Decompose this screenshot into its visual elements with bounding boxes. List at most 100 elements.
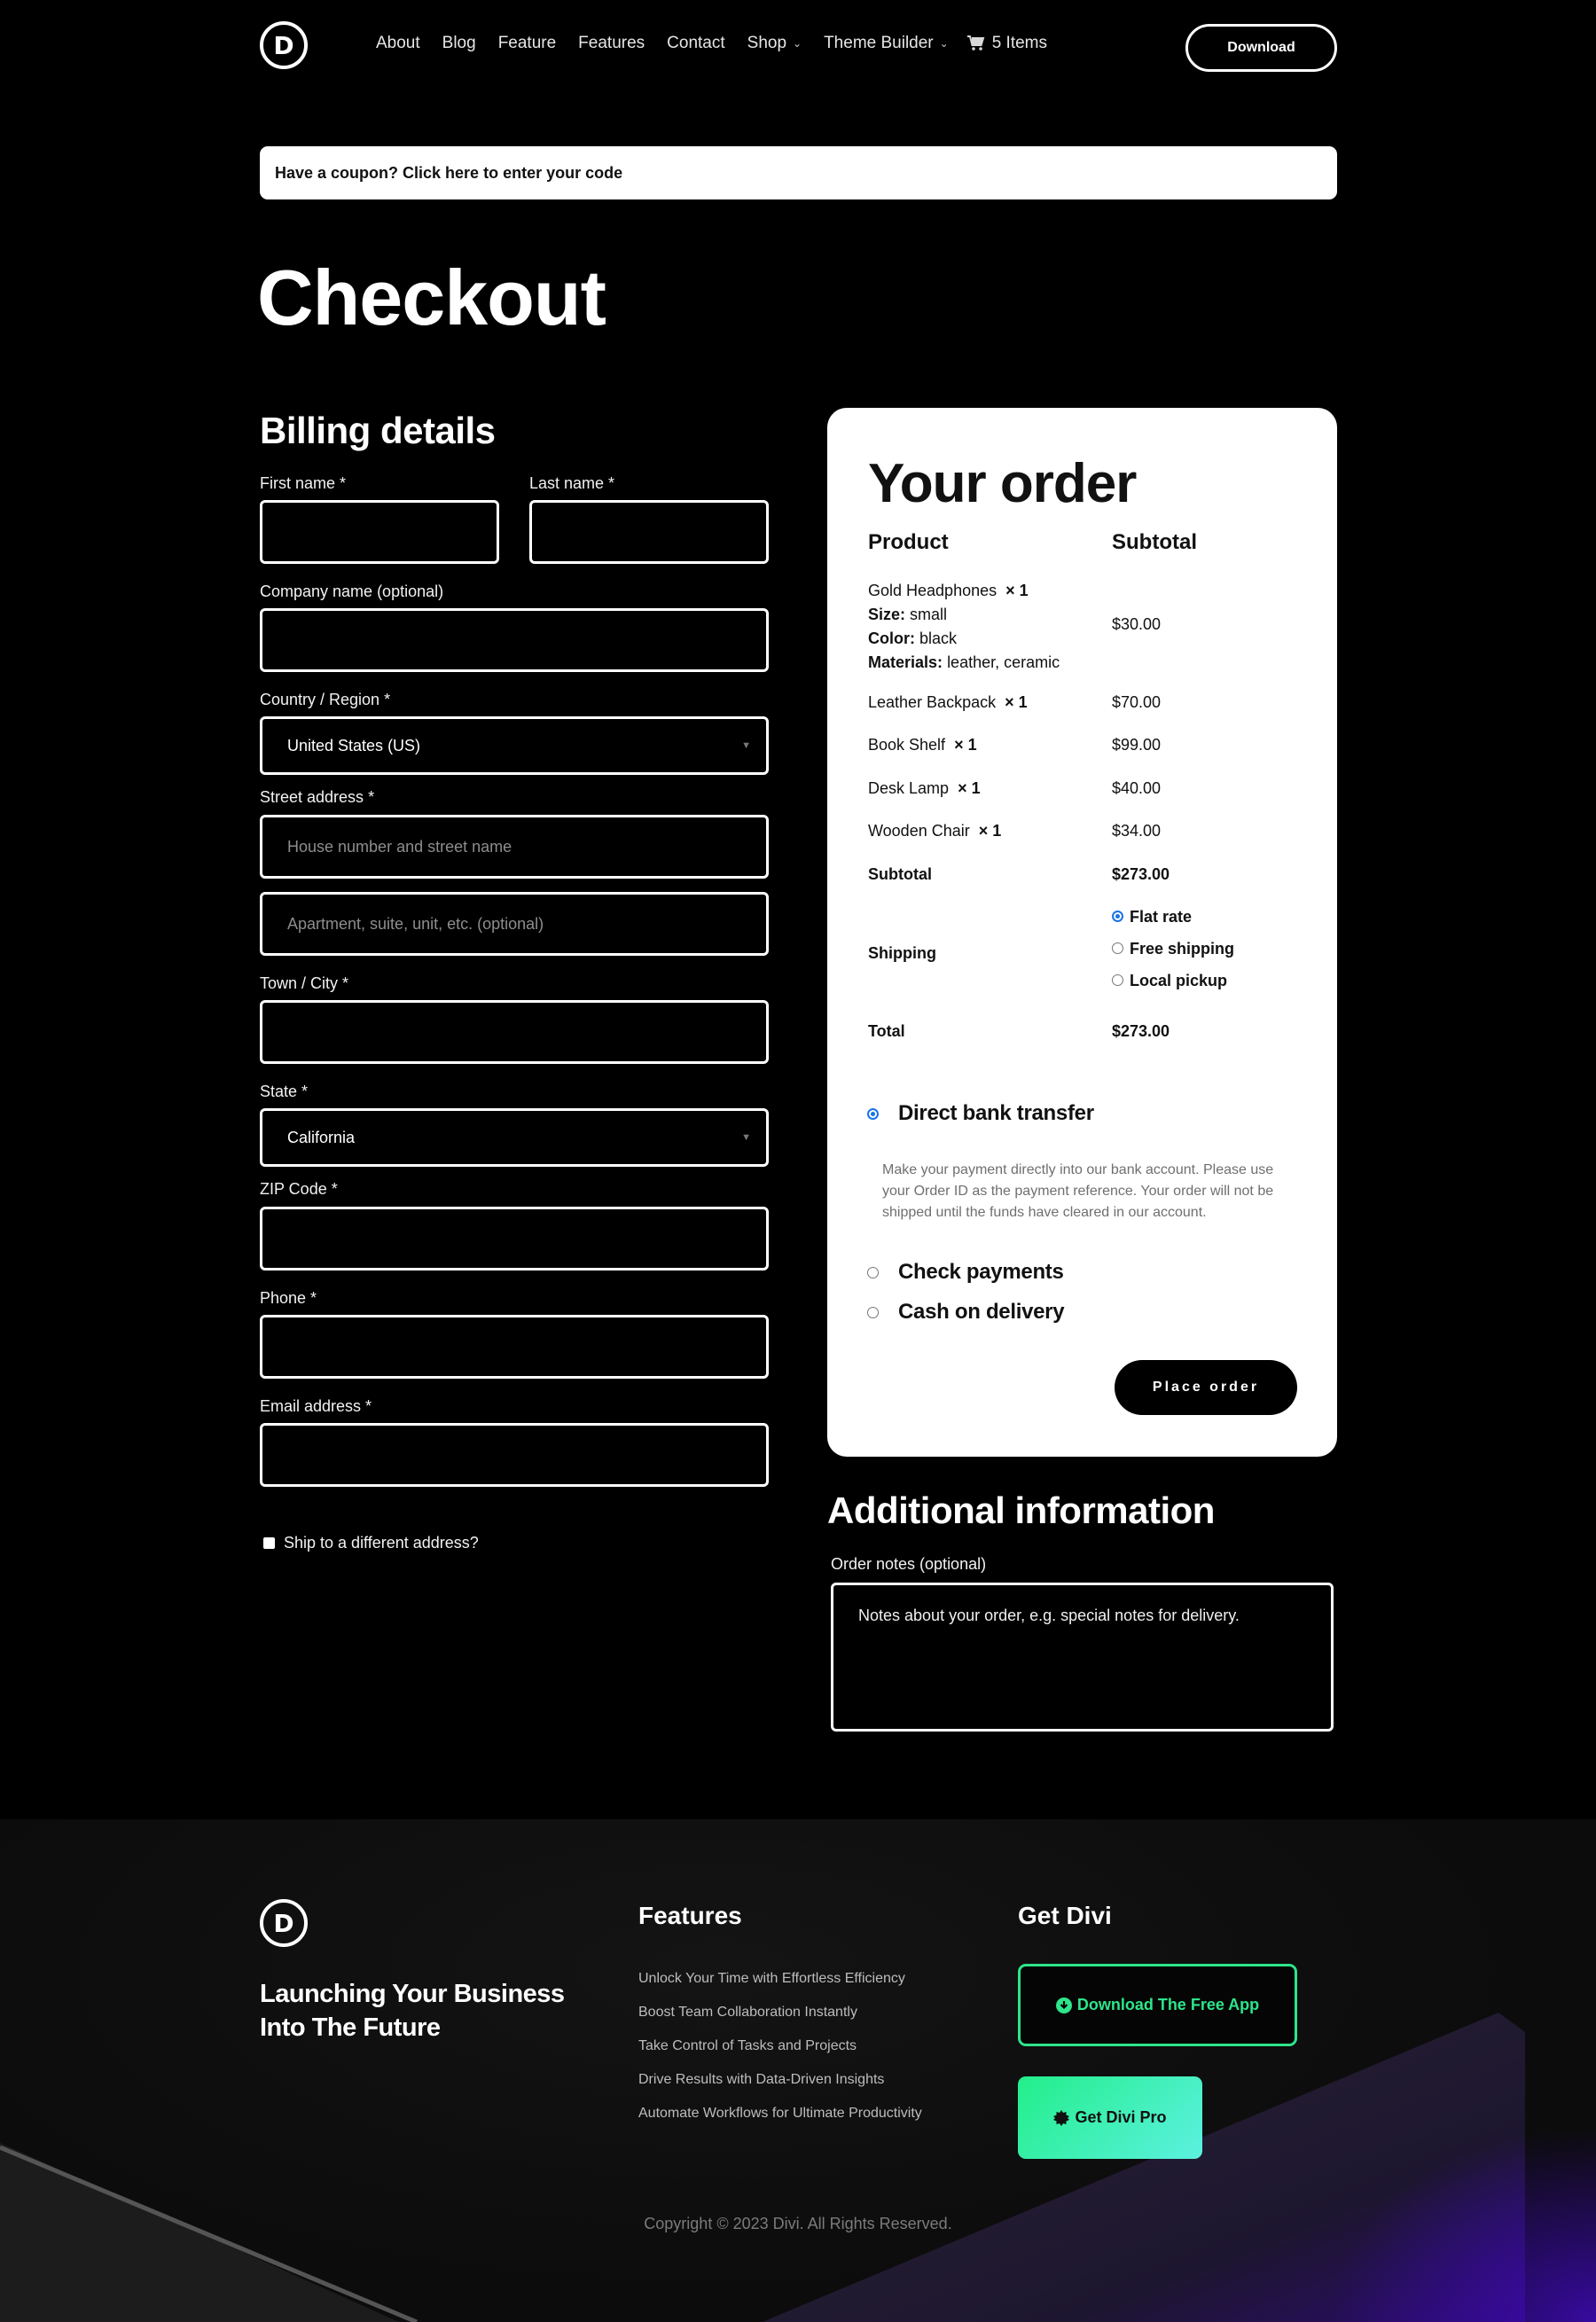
total-value: $273.00 [1112,1022,1170,1040]
item-price: $70.00 [1112,693,1162,711]
col-subtotal: Subtotal [1112,530,1197,554]
first-name-input[interactable] [260,500,499,564]
nav-label: About [376,34,420,52]
payment-method-label: Cash on delivery [898,1300,1065,1324]
nav-blog[interactable]: Blog [442,34,476,53]
coupon-notice[interactable]: Have a coupon? Click here to enter your … [260,146,1337,199]
cart-link[interactable]: 5 Items [966,34,1048,53]
payment-method[interactable]: Check payments [867,1260,1064,1285]
radio-selected[interactable] [1112,910,1123,922]
zip-input[interactable] [260,1207,769,1270]
shipping-option[interactable]: Flat rate [1112,908,1192,926]
shipping-option-label: Flat rate [1130,908,1193,926]
cart-count: 5 Items [991,34,1048,52]
get-divi-pro-button[interactable]: Get Divi Pro [1018,2076,1202,2159]
state-label: State * [260,1083,309,1100]
last-name-input[interactable] [529,500,769,564]
radio[interactable] [1112,942,1123,954]
get-divi-heading: Get Divi [1018,1902,1112,1929]
dropdown-arrow-icon: ▼ [741,740,751,751]
copyright: Copyright © 2023 Divi. All Rights Reserv… [644,2215,952,2232]
shipping-option[interactable]: Local pickup [1112,972,1227,990]
item-price: $99.00 [1112,736,1162,754]
nav-theme-builder[interactable]: Theme Builder ⌄ [824,34,949,53]
chevron-down-icon: ⌄ [793,37,802,50]
download-free-app-button[interactable]: Download The Free App [1018,1964,1297,2046]
free-app-label: Download The Free App [1076,1996,1260,2013]
street-address-input[interactable]: House number and street name [260,815,769,879]
nav-features[interactable]: Features [578,34,645,53]
footer-tagline: Launching Your Business Into The Future [260,1977,565,2044]
country-select[interactable]: United States (US) ▼ [260,716,769,775]
shipping-option-label: Free shipping [1130,940,1235,958]
country-value: United States (US) [287,736,421,754]
item-qty: × 1 [954,736,977,754]
cart-icon [966,35,985,51]
nav-feature[interactable]: Feature [498,34,556,53]
features-list: Unlock Your Time with Effortless Efficie… [638,1968,922,2137]
payment-method[interactable]: Cash on delivery [867,1300,1065,1325]
features-heading: Features [638,1902,742,1929]
item-name: Desk Lamp [868,779,950,797]
item-name: Wooden Chair [868,822,970,840]
dropdown-arrow-icon: ▼ [741,1132,751,1143]
item-qty: × 1 [1005,693,1028,711]
payment-method[interactable]: Direct bank transfer [867,1101,1094,1126]
nav-contact[interactable]: Contact [667,34,724,53]
feature-link[interactable]: Automate Workflows for Ultimate Producti… [638,2103,922,2137]
item-name: Leather Backpack [868,693,997,711]
feature-link[interactable]: Take Control of Tasks and Projects [638,2036,922,2069]
download-button[interactable]: Download [1185,24,1337,72]
logo-letter: D [273,30,294,60]
meta-value: leather, ceramic [947,653,1060,671]
nav-shop[interactable]: Shop ⌄ [747,34,802,53]
feature-link[interactable]: Unlock Your Time with Effortless Efficie… [638,1968,922,2002]
phone-label: Phone * [260,1289,317,1307]
nav-label: Shop [747,34,787,52]
main-nav: About Blog Feature Features Contact Shop… [376,34,1047,53]
order-item: Gold Headphones × 1 Size: small Color: b… [868,579,1060,675]
footer-divi-logo[interactable]: D [260,1899,308,1947]
subtotal-label: Subtotal [868,865,932,883]
state-value: California [287,1128,356,1146]
col-product: Product [868,530,949,554]
shipping-label: Shipping [868,944,936,962]
site-header: D About Blog Feature Features Contact Sh… [260,0,1337,92]
radio-selected[interactable] [867,1107,879,1120]
place-order-button[interactable]: Place order [1115,1360,1297,1415]
company-input[interactable] [260,608,769,672]
email-input[interactable] [260,1423,769,1487]
street-address-2-input[interactable]: Apartment, suite, unit, etc. (optional) [260,892,769,956]
country-label: Country / Region * [260,691,391,708]
order-title: Your order [868,453,1137,514]
payment-method-label: Check payments [898,1260,1064,1284]
city-input[interactable] [260,1000,769,1064]
order-item: Desk Lamp × 1 [868,779,981,798]
phone-input[interactable] [260,1315,769,1379]
site-footer: D Launching Your Business Into The Futur… [0,1819,1596,2322]
radio[interactable] [1112,973,1123,986]
order-item: Wooden Chair × 1 [868,822,1001,840]
nav-about[interactable]: About [376,34,420,53]
radio[interactable] [867,1266,879,1278]
feature-link[interactable]: Boost Team Collaboration Instantly [638,2002,922,2036]
badge-icon [1053,2109,1070,2126]
order-item: Leather Backpack × 1 [868,693,1028,712]
order-review-card: Your order Product Subtotal Gold Headpho… [827,408,1337,1457]
ship-different-checkbox[interactable] [263,1537,275,1549]
bank-transfer-description: Make your payment directly into our bank… [882,1162,1274,1220]
ship-different-row[interactable]: Ship to a different address? [263,1534,479,1552]
feature-link[interactable]: Drive Results with Data-Driven Insights [638,2069,922,2103]
shipping-option[interactable]: Free shipping [1112,940,1234,958]
divi-logo[interactable]: D [260,21,308,69]
billing-title: Billing details [260,410,496,451]
nav-label: Blog [442,34,476,52]
radio[interactable] [867,1306,879,1318]
order-notes-textarea[interactable]: Notes about your order, e.g. special not… [831,1583,1334,1732]
nav-label: Theme Builder [824,34,934,52]
state-select[interactable]: California ▼ [260,1108,769,1167]
item-qty: × 1 [958,779,981,797]
meta-key: Materials: [868,653,943,671]
meta-key: Color: [868,629,915,647]
item-price: $40.00 [1112,779,1162,797]
